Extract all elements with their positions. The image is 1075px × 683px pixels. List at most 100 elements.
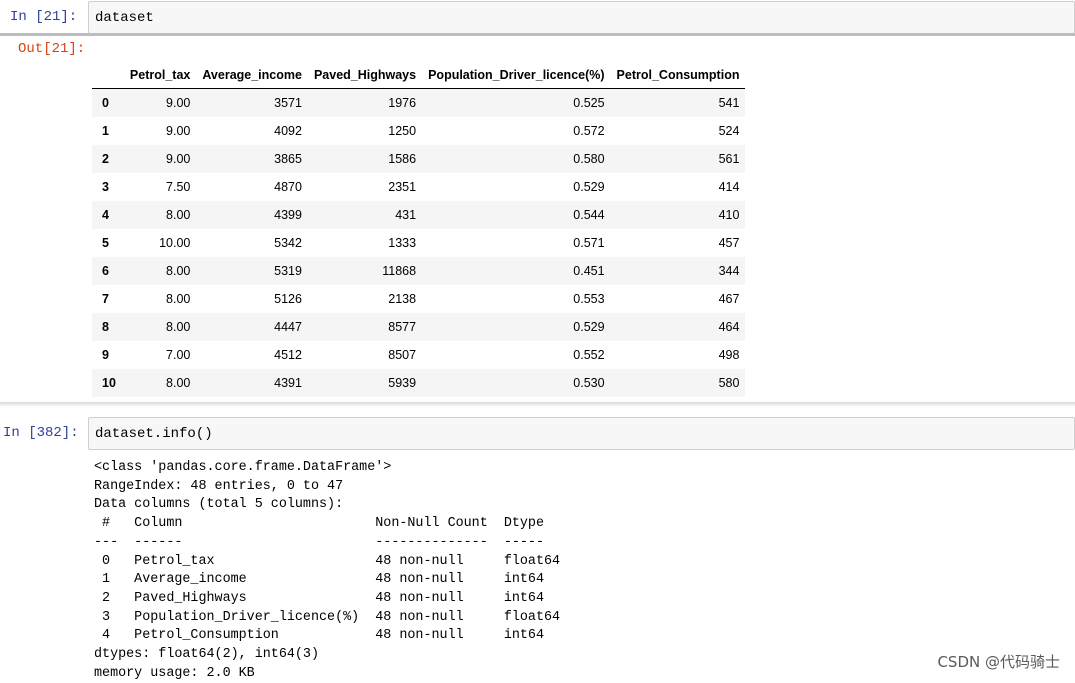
cell1-code-input[interactable]: dataset [88,1,1075,34]
table-cell: 8.00 [166,208,191,222]
row-index: 0 [102,96,109,110]
dataframe-output-scroll[interactable]: Petrol_tax Average_income Paved_Highways Po… [92,52,792,402]
table-cell: 7.50 [166,180,191,194]
table-cell: 0.525 [573,96,605,110]
column-header: Population_Driver_licence(%) [422,52,611,89]
table-row: 5 10.00 5342 1333 0.571 457 [92,229,745,257]
table-row: 2 9.00 3865 1586 0.580 561 [92,145,746,173]
cell1-in-prompt: In [21]: [10,9,78,25]
table-cell: 8577 [388,320,417,334]
row-index: 9 [102,348,109,362]
table-cell: 414 [718,180,740,194]
table-row: 10 8.00 4391 5939 0.530 580 [92,369,746,397]
table-cell: 8.00 [166,376,191,390]
table-cell: 5319 [274,264,302,278]
table-cell: 4092 [274,124,302,138]
table-cell: 457 [718,236,740,250]
table-cell: 410 [718,208,740,222]
table-cell: 431 [395,208,417,222]
table-row: 3 7.50 4870 2351 0.529 414 [92,173,745,201]
table-cell: 580 [718,376,740,390]
table-cell: 1333 [388,236,417,250]
table-cell: 0.530 [573,376,605,390]
cell2-code-input[interactable]: dataset.info() [88,417,1075,450]
table-cell: 4512 [274,348,302,362]
info-output: <class 'pandas.core.frame.DataFrame'> Ran… [94,459,560,683]
table-cell: 4447 [274,320,302,334]
info-output-line: 2 Paved_Highways 48 non-null int64 [94,590,561,606]
row-index: 8 [102,320,109,334]
table-cell: 561 [718,152,740,166]
row-index: 3 [102,180,109,194]
table-cell: 498 [718,348,740,362]
table-cell: 2351 [388,180,417,194]
row-index: 6 [102,264,109,278]
table-cell: 8.00 [166,264,191,278]
info-output-line: dtypes: float64(2), int64(3) [94,647,319,663]
table-cell: 3571 [274,96,302,110]
info-output-line: <class 'pandas.core.frame.DataFrame'> [94,460,392,475]
table-cell: 0.571 [573,236,605,250]
info-output-line: memory usage: 2.0 KB [94,665,255,681]
table-cell: 0.529 [573,180,605,194]
table-cell: 4391 [274,376,302,390]
table-cell: 9.00 [166,152,191,166]
table-cell: 0.544 [573,208,605,222]
table-row: 1 9.00 4092 1250 0.572 524 [92,117,745,145]
cell-separator [0,402,1075,407]
table-row: 9 7.00 4512 8507 0.552 498 [92,341,745,369]
row-index: 10 [102,376,116,390]
info-output-line: # Column Non-Null Count Dtype [94,516,561,532]
table-row: 7 8.00 5126 2138 0.553 467 [92,285,745,313]
column-header: Average_income [196,52,308,89]
table-header-row: Petrol_tax Average_income Paved_Highways Po… [92,52,746,89]
table-body: 0 9.00 3571 1976 0.525 541 1 9.00 4092 1250 0.572 5… [92,88,746,403]
table-cell: 8507 [388,348,417,362]
watermark: CSDN @代码骑士 [937,653,1060,671]
column-header: Petrol_Consumption [610,52,746,89]
dataframe-table: Petrol_tax Average_income Paved_Highways Po… [92,52,746,403]
cell1-out-prompt: Out[21]: [18,41,86,57]
table-cell: 5126 [274,292,302,306]
row-index: 5 [102,236,109,250]
info-output-line: Data columns (total 5 columns): [94,497,344,513]
table-row: 6 8.00 5319 11868 0.451 344 [92,257,746,285]
table-cell: 0.572 [573,124,605,138]
table-cell: 5939 [388,376,417,390]
table-row: 4 8.00 4399 431 0.544 410 [92,201,746,229]
table-cell: 4399 [274,208,302,222]
table-cell: 0.580 [573,152,605,166]
table-cell: 1976 [388,96,417,110]
table-cell: 9.00 [166,124,191,138]
row-index: 7 [102,292,109,306]
table-cell: 0.451 [573,264,605,278]
table-cell: 3865 [274,152,302,166]
column-header [92,52,124,89]
table-row: 8 8.00 4447 8577 0.529 464 [92,313,746,341]
cell1-selection-bar [0,33,1075,36]
table-cell: 0.553 [573,292,605,306]
info-output-line: 1 Average_income 48 non-null int64 [94,572,561,588]
table-row: 0 9.00 3571 1976 0.525 541 [92,88,746,117]
info-output-line: 0 Petrol_tax 48 non-null float64 [94,553,561,569]
table-cell: 0.529 [573,320,605,334]
row-index: 4 [102,208,109,222]
table-cell: 7.00 [166,348,191,362]
column-header: Petrol_tax [123,52,197,89]
row-index: 2 [102,152,109,166]
table-cell: 10.00 [159,236,191,250]
cell2-in-prompt: In [382]: [3,425,79,441]
table-cell: 524 [718,124,740,138]
table-cell: 8.00 [166,320,191,334]
table-cell: 0.552 [573,348,605,362]
table-cell: 11868 [382,264,417,278]
table-cell: 1250 [388,124,417,138]
table-cell: 464 [718,320,740,334]
table-cell: 8.00 [166,292,191,306]
info-output-line: --- ------ -------------- ----- [94,534,561,550]
table-cell: 541 [718,96,740,110]
table-cell: 9.00 [166,96,191,110]
info-output-line: 4 Petrol_Consumption 48 non-null int64 [94,628,561,644]
info-output-line: 3 Population_Driver_licence(%) 48 non-nu… [94,609,561,625]
table-cell: 1586 [388,152,417,166]
